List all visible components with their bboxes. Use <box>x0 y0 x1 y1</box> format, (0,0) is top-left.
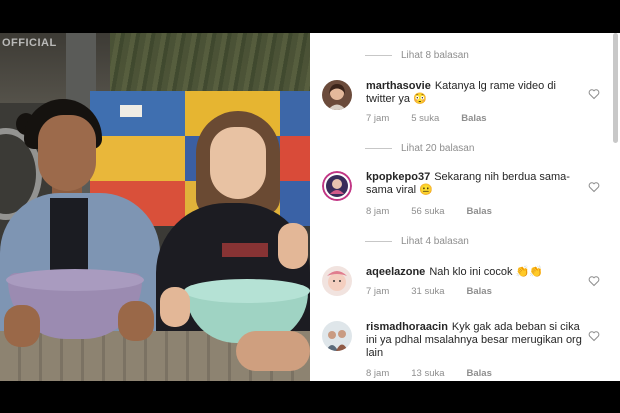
avatar-baby-icon[interactable] <box>322 266 352 296</box>
comment-username[interactable]: rismadhoraacin <box>366 321 448 333</box>
wall-tile <box>280 91 310 136</box>
comment-meta: 7 jam 5 suka Balas <box>366 113 509 124</box>
wall-sign <box>120 105 142 117</box>
view-replies-button[interactable]: Lihat 4 balasan <box>365 234 469 248</box>
comment-meta: 7 jam 31 suka Balas <box>366 286 514 297</box>
comment-username[interactable]: aqeelazone <box>366 266 425 278</box>
view-replies-label: Lihat 8 balasan <box>401 49 469 61</box>
view-replies-button[interactable]: Lihat 20 balasan <box>365 141 474 155</box>
letterbox-bottom <box>0 381 620 413</box>
comment-meta: 8 jam 13 suka Balas <box>366 368 514 379</box>
divider-line <box>365 147 392 149</box>
heart-icon[interactable] <box>588 330 600 342</box>
woman-arm <box>160 287 190 327</box>
comment-emoji: 👏👏 <box>515 266 543 278</box>
comment-time: 8 jam <box>366 368 390 379</box>
comment-text: rismadhoraacin Kyk gak ada beban si cika … <box>366 321 586 360</box>
comment-likes[interactable]: 13 suka <box>411 368 444 379</box>
wall-tile <box>280 136 310 181</box>
comment-likes[interactable]: 5 suka <box>411 113 439 124</box>
heart-icon[interactable] <box>588 275 600 287</box>
heart-icon[interactable] <box>588 181 600 193</box>
man-left-hand <box>4 305 40 347</box>
reply-button[interactable]: Balas <box>467 286 492 297</box>
comment-likes[interactable]: 56 suka <box>411 206 444 217</box>
background-plants <box>110 33 310 93</box>
view-replies-label: Lihat 4 balasan <box>401 235 469 247</box>
divider-line <box>365 54 392 56</box>
heart-icon[interactable] <box>588 88 600 100</box>
video-frame[interactable]: OFFICIAL <box>0 33 310 381</box>
comment-time: 7 jam <box>366 113 390 124</box>
comment-emoji: 😐 <box>419 184 433 196</box>
man-right-hand <box>118 301 154 341</box>
reply-button[interactable]: Balas <box>467 368 492 379</box>
comment-likes[interactable]: 31 suka <box>411 286 444 297</box>
comment-meta: 8 jam 56 suka Balas <box>366 206 514 217</box>
woman-face <box>210 127 266 199</box>
view-replies-label: Lihat 20 balasan <box>401 142 475 154</box>
man-face <box>38 115 96 191</box>
video-watermark: OFFICIAL <box>2 37 57 49</box>
hoodie-print <box>222 243 268 257</box>
scrollbar[interactable] <box>613 33 618 143</box>
comment-text: kpopkepo37 Sekarang nih berdua sama-sama … <box>366 171 586 197</box>
reply-button[interactable]: Balas <box>467 206 492 217</box>
avatar-story-ring-icon[interactable] <box>322 171 352 201</box>
letterbox-top <box>0 0 620 33</box>
green-basin-rim <box>184 279 310 303</box>
purple-basin-rim <box>6 269 144 291</box>
woman-raised-hand <box>278 223 308 269</box>
reply-button[interactable]: Balas <box>461 113 486 124</box>
divider-line <box>365 240 392 242</box>
comment-text: marthasovie Katanya lg rame video di twit… <box>366 80 586 106</box>
comment-time: 7 jam <box>366 286 390 297</box>
avatar-group-icon[interactable] <box>322 321 352 351</box>
comment-time: 8 jam <box>366 206 390 217</box>
comment-message: Nah klo ini cocok <box>429 266 513 278</box>
avatar-woman-icon[interactable] <box>322 80 352 110</box>
foreground-arm <box>236 331 310 371</box>
comment-username[interactable]: marthasovie <box>366 80 431 92</box>
comment-text: aqeelazone Nah klo ini cocok 👏👏 <box>366 266 586 279</box>
comment-emoji: 😳 <box>413 93 427 105</box>
view-replies-button[interactable]: Lihat 8 balasan <box>365 48 469 62</box>
wall-tile <box>90 136 185 181</box>
comment-username[interactable]: kpopkepo37 <box>366 171 430 183</box>
